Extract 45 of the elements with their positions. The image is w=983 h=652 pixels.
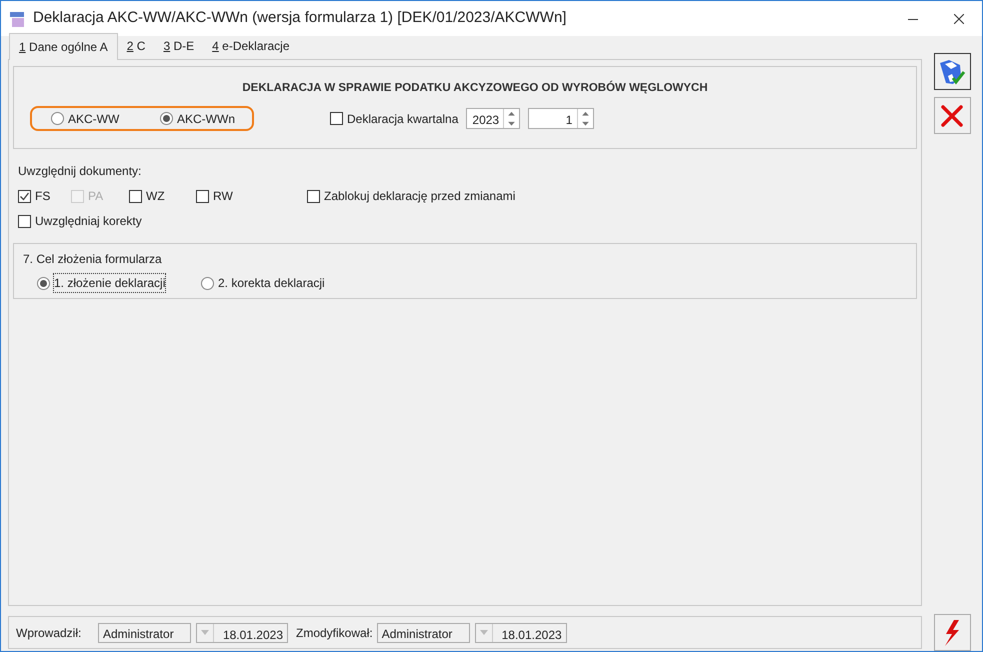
section-title: 7. Cel złożenia formularza (23, 251, 163, 268)
radio-button[interactable] (160, 112, 173, 126)
field-label: Zmodyfikował: (296, 624, 373, 642)
radio-label: AKC-WWn (177, 110, 235, 128)
date-field[interactable]: 18.01.2023 (474, 622, 567, 642)
checkbox[interactable] (129, 190, 142, 202)
app-icon (9, 10, 27, 28)
action-button[interactable] (934, 614, 970, 651)
radio-button[interactable] (201, 276, 214, 290)
name-field[interactable]: Administrator (98, 622, 191, 642)
checkbox[interactable] (18, 214, 31, 228)
close-icon (939, 102, 965, 128)
save-button[interactable] (934, 53, 970, 90)
dropdown-arrow-icon (480, 630, 488, 635)
tab[interactable]: 1 Dane ogólne A (9, 33, 118, 60)
checkbox-label: Uwzględniaj korekty (35, 213, 142, 230)
name-field[interactable]: Administrator (376, 622, 470, 642)
checkbox-label: FS (35, 188, 50, 205)
radio-label: AKC-WW (68, 110, 120, 128)
section-title: DEKLARACJA W SPRAWIE PODATKU AKCYZOWEGO OD WYROBÓW WĘGLOWYCH (241, 80, 709, 96)
cancel-button[interactable] (934, 97, 970, 134)
period-spinner[interactable]: 1 (528, 108, 594, 130)
checkbox-label: Deklaracja kwartalna (347, 110, 458, 128)
tab[interactable]: 4 e-Deklaracje (203, 35, 299, 59)
radio-button[interactable] (37, 276, 50, 290)
checkbox-label: PA (88, 188, 104, 205)
checkbox[interactable] (196, 190, 209, 202)
checkbox[interactable] (330, 112, 343, 126)
dropdown-arrow-icon (201, 630, 209, 635)
section-label: Uwzględnij dokumenty: (18, 163, 142, 180)
year-spinner[interactable]: 2023 (466, 108, 520, 130)
radio-button[interactable] (51, 112, 64, 126)
tab[interactable]: 3 D-E (154, 35, 204, 59)
window-title: Deklaracja AKC-WW/AKC-WWn (wersja formularza 1) [DEK/01/2023/AKCWWn] (33, 8, 566, 28)
checkbox[interactable] (307, 190, 320, 202)
radio-label: 1. złożenie deklaracji (54, 274, 166, 292)
field-label: Wprowadził: (16, 624, 82, 642)
checkbox[interactable] (18, 190, 31, 202)
radio-label: 2. korekta deklaracji (218, 275, 325, 292)
tab[interactable]: 2 C (118, 35, 154, 59)
checkbox-label: Zablokuj deklarację przed zmianami (324, 188, 516, 205)
close-icon (954, 14, 964, 24)
checkbox-label: RW (213, 188, 233, 205)
date-field[interactable]: 18.01.2023 (196, 622, 288, 642)
checkbox-label: WZ (146, 188, 165, 205)
